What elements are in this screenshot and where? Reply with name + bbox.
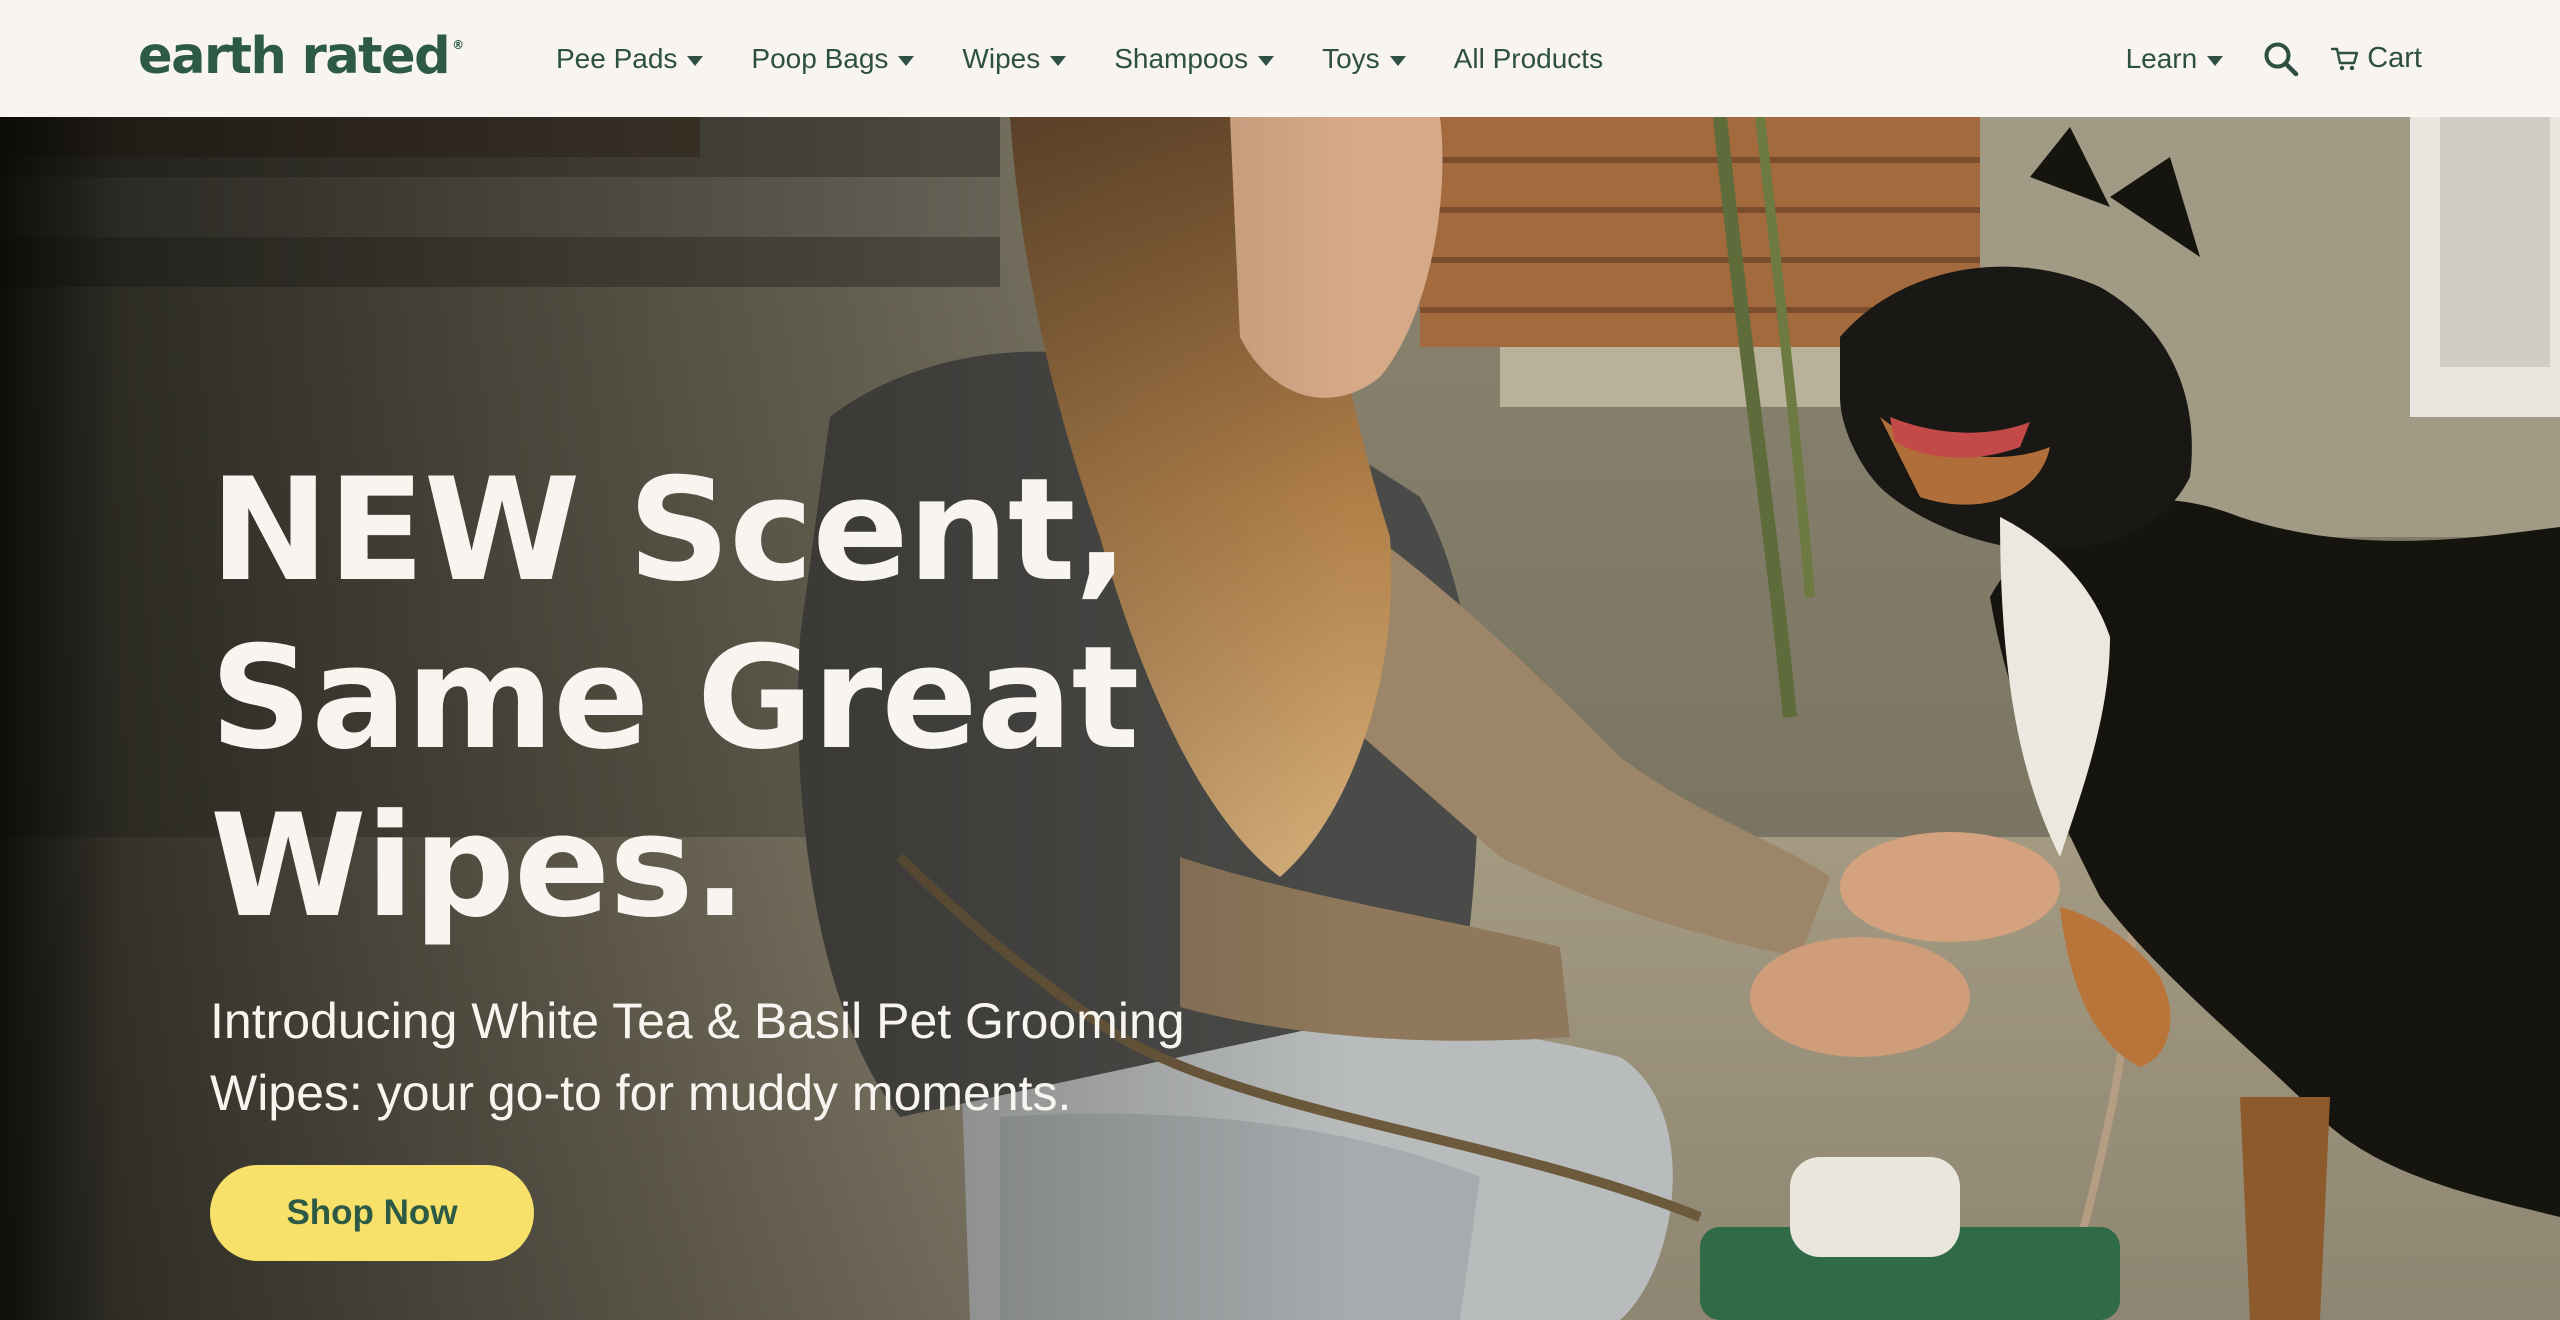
cart-link[interactable]: Cart [2331, 42, 2422, 75]
hero-title-line: NEW Scent, [210, 448, 1129, 613]
chevron-down-icon [2207, 55, 2224, 66]
hero-title-line: Wipes. [210, 784, 747, 949]
nav-item-label: Learn [2125, 42, 2198, 74]
search-button[interactable] [2261, 39, 2301, 79]
search-icon [2264, 42, 2299, 76]
nav-item-wipes[interactable]: Wipes [962, 42, 1067, 75]
nav-item-label: Wipes [962, 42, 1041, 74]
hero-banner: NEW Scent, Same Great Wipes. Introducing… [0, 117, 2560, 1320]
nav-item-label: All Products [1453, 42, 1604, 74]
hero-subtitle: Introducing White Tea & Basil Pet Groomi… [210, 993, 1185, 1121]
earth-rated-logo[interactable]: earth rated ® [138, 31, 498, 82]
nav-item-learn[interactable]: Learn [2126, 43, 2224, 75]
nav-item-shampoos[interactable]: Shampoos [1114, 42, 1275, 75]
nav-item-all-products[interactable]: All Products [1454, 43, 1603, 75]
header-utilities: Learn Cart [2126, 39, 2422, 79]
chevron-down-icon [1258, 55, 1275, 66]
hero-title: NEW Scent, Same Great Wipes. [210, 447, 1410, 951]
site-header: earth rated ® Pee Pads Poop Bags Wipes S… [0, 0, 2560, 117]
nav-item-label: Pee Pads [556, 42, 678, 74]
nav-item-toys[interactable]: Toys [1322, 43, 1406, 75]
chevron-down-icon [687, 55, 704, 66]
nav-item-label: Shampoos [1114, 42, 1249, 74]
nav-item-pee-pads[interactable]: Pee Pads [556, 42, 704, 75]
cart-label: Cart [2367, 42, 2422, 74]
hero-title-line: Same Great [210, 616, 1139, 781]
hero-content: NEW Scent, Same Great Wipes. Introducing… [210, 447, 1410, 1261]
registered-mark: ® [452, 38, 465, 52]
chevron-down-icon [1050, 55, 1067, 66]
main-nav: Pee Pads Poop Bags Wipes Shampoos Toys A… [556, 43, 1603, 75]
chevron-down-icon [898, 55, 915, 66]
nav-item-label: Toys [1322, 42, 1380, 74]
cart-icon [2331, 47, 2359, 70]
nav-item-poop-bags[interactable]: Poop Bags [751, 42, 915, 75]
nav-item-label: Poop Bags [751, 42, 889, 74]
chevron-down-icon [1389, 55, 1406, 66]
shop-now-button[interactable]: Shop Now [210, 1165, 534, 1261]
logo-text: earth rated [138, 27, 451, 86]
